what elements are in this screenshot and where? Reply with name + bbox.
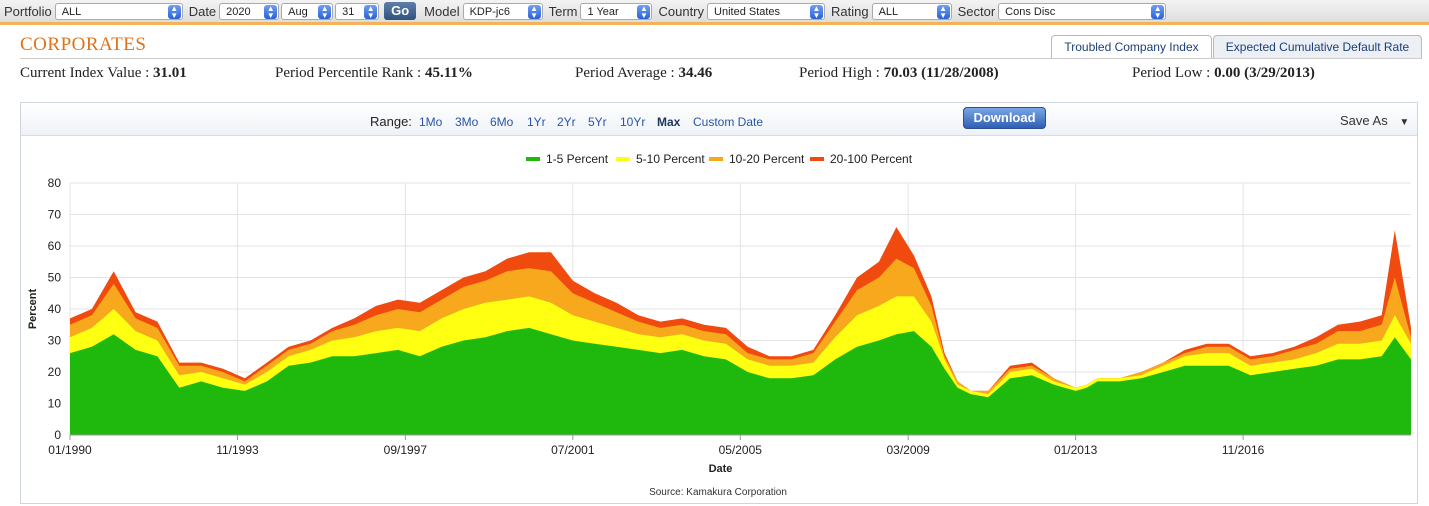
select-spinner-icon: ▲ ▼ [318,4,332,19]
term-select[interactable]: 1 Year ▲ ▼ [580,2,653,20]
select-spinner-icon: ▲ ▼ [264,4,278,19]
save-as-menu[interactable]: Save As ▼ [1340,113,1409,128]
range-10yr-button[interactable]: 10Yr [620,115,645,129]
filter-label-rating: Rating [831,3,869,19]
range-custom-date-button[interactable]: Custom Date [693,115,763,129]
legend-label: 10-20 Percent [729,152,805,166]
day-select-value: 31 [342,5,355,18]
legend-label: 1-5 Percent [546,152,609,166]
portfolio-select-value: ALL [61,5,82,18]
month-select-value: Aug [288,5,308,18]
select-spinner-icon: ▲ ▼ [527,4,541,19]
download-button[interactable]: Download [963,107,1046,129]
model-select-value: KDP-jc6 [469,5,510,18]
sector-select[interactable]: Cons Disc ▲ ▼ [998,2,1167,20]
stat-value: 31.01 [153,65,187,81]
select-spinner-icon: ▲ ▼ [364,4,378,19]
select-spinner-icon: ▲ ▼ [167,4,181,19]
range-label: Range: [370,114,412,129]
x-axis-title: Date [709,463,733,475]
stat-value: 0.00 (3/29/2013) [1214,65,1315,81]
go-button[interactable]: Go [384,2,417,20]
x-tick-label: 11/1993 [216,443,259,457]
range-3mo-button[interactable]: 3Mo [455,115,478,129]
tab-expected-cumulative-default-rate[interactable]: Expected Cumulative Default Rate [1213,35,1422,58]
stacked-area-chart: 0 10 20 30 40 50 60 70 80 01/1990 11/1993 09/1997 07… [27,152,1411,498]
filter-label-model: Model [424,3,460,19]
tab-troubled-company-index[interactable]: Troubled Company Index [1051,35,1212,59]
portfolio-select[interactable]: ALL ▲ ▼ [54,2,183,20]
stat-current-index-value: Current Index Value : 31.01 [20,65,187,82]
x-tick-label: 05/2005 [719,443,763,457]
month-select[interactable]: Aug ▲ ▼ [281,2,334,20]
range-6mo-button[interactable]: 6Mo [490,115,513,129]
filter-label-term: Term [548,3,578,19]
y-tick-label: 30 [48,334,62,348]
y-tick-label: 50 [48,271,62,285]
stat-period-percentile-rank: Period Percentile Rank : 45.11% [275,65,473,82]
save-as-label: Save As [1340,113,1388,128]
filter-label-portfolio: Portfolio [4,3,52,19]
filter-label-sector: Sector [957,3,996,19]
stat-label: Period Percentile Rank : [275,65,425,81]
page-title: CORPORATES [20,34,147,55]
select-spinner-icon: ▲ ▼ [936,4,950,19]
y-tick-label: 10 [48,397,62,411]
day-select[interactable]: 31 ▲ ▼ [335,2,380,20]
y-tick-label: 40 [48,302,62,316]
x-tick-label: 09/1997 [384,443,428,457]
range-1mo-button[interactable]: 1Mo [419,115,442,129]
stat-label: Period Average : [575,65,679,81]
y-tick-label: 80 [48,176,62,190]
stat-label: Period Low : [1132,65,1215,81]
date-select-value: 2020 [226,5,251,18]
y-tick-label: 70 [48,208,62,222]
stat-value: 70.03 (11/28/2008) [883,65,999,81]
select-spinner-icon: ▲ ▼ [637,4,651,19]
stat-value: 45.11% [424,65,473,81]
x-tick-label: 01/2013 [1054,443,1098,457]
filter-label-date: Date [188,3,217,19]
x-tick-label: 11/2016 [1222,443,1265,457]
chart-toolbar: Range: 1Mo 3Mo 6Mo 1Yr 2Yr 5Yr 10Yr Max … [21,103,1417,136]
stat-value: 34.46 [678,65,713,81]
y-tick-label: 60 [48,239,62,253]
y-axis-title: Percent [27,288,39,329]
x-tick-label: 07/2001 [551,443,595,457]
range-1yr-button[interactable]: 1Yr [527,115,546,129]
chart-source: Source: Kamakura Corporation [649,487,787,498]
stat-label: Period High : [799,65,884,81]
stat-label: Current Index Value : [20,65,154,81]
filter-bar: Portfolio ALL ▲ ▼ Date 2020 ▲ ▼ Aug ▲ ▼ 31 ▲ ▼ Go Model… [0,0,1429,25]
legend-label: 5-10 Percent [636,152,705,166]
sector-select-value: Cons Disc [1005,5,1056,18]
date-select[interactable]: 2020 ▲ ▼ [219,2,280,20]
range-max-button[interactable]: Max [657,115,680,129]
rating-select-value: ALL [878,5,899,18]
legend-label: 20-100 Percent [830,152,913,166]
rating-select[interactable]: ALL ▲ ▼ [871,2,952,20]
range-2yr-button[interactable]: 2Yr [557,115,576,129]
stat-period-high: Period High : 70.03 (11/28/2008) [799,65,999,82]
chevron-down-icon: ▼ [1399,117,1410,128]
model-select[interactable]: KDP-jc6 ▲ ▼ [462,2,543,20]
stat-period-average: Period Average : 34.46 [575,65,712,82]
x-tick-label: 03/2009 [886,443,930,457]
x-tick-label: 01/1990 [48,443,92,457]
select-spinner-icon: ▲ ▼ [810,4,824,19]
range-5yr-button[interactable]: 5Yr [588,115,607,129]
country-select[interactable]: United States ▲ ▼ [707,2,826,20]
header-divider [20,58,1422,59]
select-spinner-icon: ▲ ▼ [1151,4,1165,19]
stat-period-low: Period Low : 0.00 (3/29/2013) [1132,65,1315,82]
y-tick-label: 0 [54,428,61,442]
country-select-value: United States [714,5,781,18]
filter-label-country: Country [658,3,705,19]
term-select-value: 1 Year [587,5,619,18]
y-tick-label: 20 [48,365,62,379]
chart-panel: Range: 1Mo 3Mo 6Mo 1Yr 2Yr 5Yr 10Yr Max … [20,102,1418,504]
